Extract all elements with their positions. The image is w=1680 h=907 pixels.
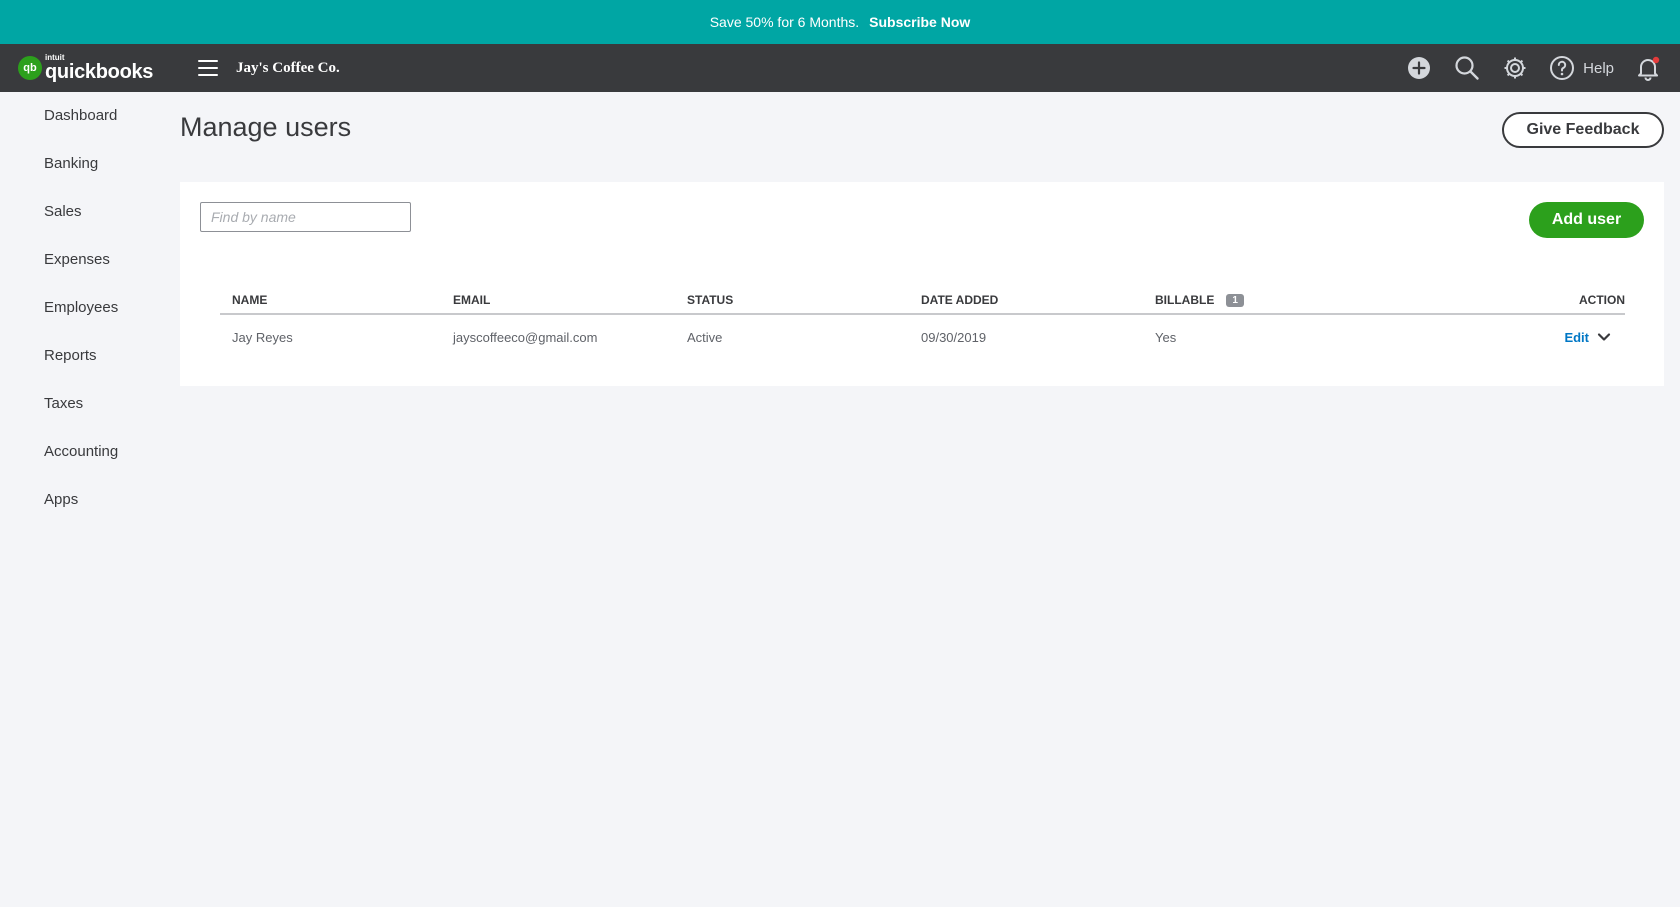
sidebar-item-reports[interactable]: Reports xyxy=(0,332,170,380)
table-row: Jay Reyes jayscoffeeco@gmail.com Active … xyxy=(220,315,1625,359)
column-header-status[interactable]: STATUS xyxy=(687,293,921,307)
sidebar-item-sales[interactable]: Sales xyxy=(0,188,170,236)
sidebar-item-accounting[interactable]: Accounting xyxy=(0,428,170,476)
user-email-cell: jayscoffeeco@gmail.com xyxy=(453,329,598,345)
sidebar-navigation: Dashboard Banking Sales Expenses Employe… xyxy=(0,92,170,524)
gear-icon[interactable] xyxy=(1501,54,1529,82)
column-header-name[interactable]: NAME xyxy=(220,293,453,307)
billable-header-label: BILLABLE xyxy=(1155,293,1215,307)
quickbooks-logo[interactable]: qb intuit quickbooks xyxy=(18,54,178,82)
add-user-button[interactable]: Add user xyxy=(1529,202,1644,238)
subscribe-now-link[interactable]: Subscribe Now xyxy=(869,14,970,30)
plus-circle-icon[interactable] xyxy=(1405,54,1433,82)
sidebar-item-taxes[interactable]: Taxes xyxy=(0,380,170,428)
top-right-actions: Help xyxy=(1405,54,1662,82)
user-billable-cell: Yes xyxy=(1155,329,1177,345)
hamburger-menu-icon[interactable] xyxy=(198,60,218,76)
sidebar-item-expenses[interactable]: Expenses xyxy=(0,236,170,284)
sidebar-item-employees[interactable]: Employees xyxy=(0,284,170,332)
column-header-date-added[interactable]: DATE ADDED xyxy=(921,293,1155,307)
logo-brand-text: quickbooks xyxy=(45,61,154,83)
edit-user-link[interactable]: Edit xyxy=(1564,330,1589,345)
search-icon[interactable] xyxy=(1453,54,1481,82)
top-navigation-bar: qb intuit quickbooks Jay's Coffee Co. He… xyxy=(0,44,1680,92)
promo-text: Save 50% for 6 Months. xyxy=(709,14,860,30)
quickbooks-badge-icon: qb xyxy=(18,56,42,80)
sidebar-item-banking[interactable]: Banking xyxy=(0,140,170,188)
help-label: Help xyxy=(1583,59,1614,77)
billable-count-badge: 1 xyxy=(1226,293,1244,307)
users-card: Add user NAME EMAIL STATUS DATE ADDED BI… xyxy=(180,182,1664,386)
user-action-cell: Edit xyxy=(1389,330,1625,345)
company-name: Jay's Coffee Co. xyxy=(236,59,340,76)
bell-icon[interactable] xyxy=(1634,54,1662,82)
sidebar-item-apps[interactable]: Apps xyxy=(0,476,170,524)
give-feedback-button[interactable]: Give Feedback xyxy=(1502,112,1664,148)
promo-banner: Save 50% for 6 Months. Subscribe Now xyxy=(0,0,1680,44)
user-date-added-cell: 09/30/2019 xyxy=(921,329,987,345)
table-header-row: NAME EMAIL STATUS DATE ADDED BILLABLE 1 … xyxy=(220,287,1625,315)
column-header-email[interactable]: EMAIL xyxy=(453,293,687,307)
column-header-action: ACTION xyxy=(1579,293,1625,307)
user-status-cell: Active xyxy=(687,329,723,345)
chevron-down-icon[interactable] xyxy=(1597,332,1625,342)
users-table: NAME EMAIL STATUS DATE ADDED BILLABLE 1 … xyxy=(220,287,1625,359)
column-header-billable[interactable]: BILLABLE 1 xyxy=(1155,293,1389,307)
page-title: Manage users xyxy=(180,112,352,142)
user-name-cell: Jay Reyes xyxy=(232,329,293,345)
find-by-name-input[interactable] xyxy=(200,202,411,232)
sidebar-item-dashboard[interactable]: Dashboard xyxy=(0,92,170,140)
help-button[interactable]: Help xyxy=(1549,55,1614,81)
help-icon xyxy=(1550,56,1575,80)
